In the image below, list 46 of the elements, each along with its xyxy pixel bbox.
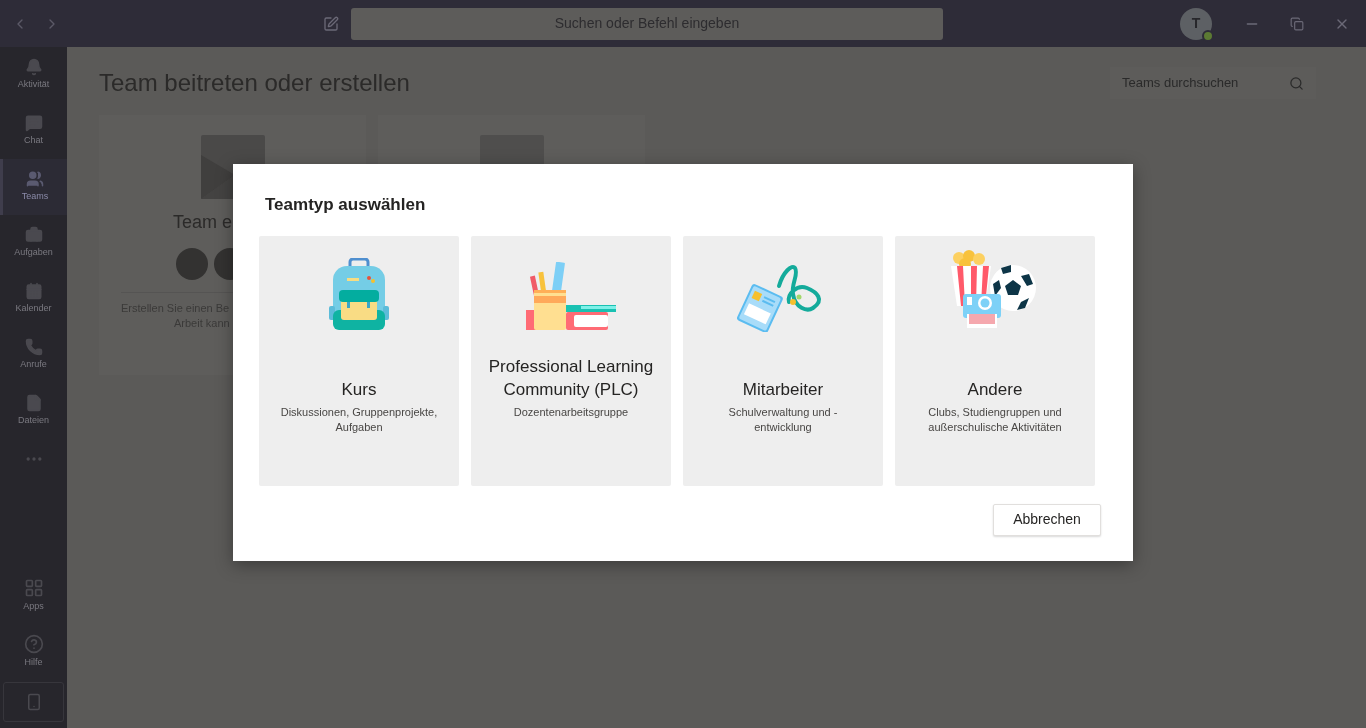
team-type-description: Diskussionen, Gruppenprojekte, Aufgaben	[279, 404, 439, 435]
team-type-description: Clubs, Studiengruppen und außerschulische Aktivitäten	[927, 404, 1063, 435]
sidebar-label: Chat	[24, 134, 43, 148]
apps-icon	[23, 578, 44, 599]
sidebar-item[interactable]: Aktivität	[0, 47, 67, 103]
team-type-card[interactable]: Andere Clubs, Studiengruppen und außerschulische Aktivitäten	[895, 235, 1095, 486]
sidebar-item[interactable]: Hilfe	[0, 624, 67, 680]
sidebar-item[interactable]: Teams	[0, 159, 67, 215]
sidebar-item[interactable]: Apps	[0, 568, 67, 624]
sidebar-item[interactable]: Dateien	[0, 383, 67, 439]
calendar-icon	[24, 282, 43, 301]
team-type-title: Professional Learning Community (PLC)	[487, 355, 655, 401]
team-type-title: Mitarbeiter	[742, 378, 824, 401]
teams-icon	[26, 170, 44, 189]
team-type-card[interactable]: Kurs Diskussionen, Gruppenprojekte, Aufgaben	[259, 235, 459, 486]
sidebar-label: Anrufe	[20, 358, 47, 372]
team-type-title: Kurs	[341, 378, 377, 401]
chat-icon	[24, 114, 43, 133]
compose-icon[interactable]	[323, 15, 339, 32]
team-type-description: Schulverwaltung und - entwicklung	[727, 404, 839, 435]
sidebar-item[interactable]: Kalender	[0, 271, 67, 327]
sidebar-label: Hilfe	[24, 656, 43, 670]
sidebar-label: Dateien	[18, 414, 49, 428]
sidebar-label: Kalender	[15, 302, 52, 316]
phone-icon	[24, 338, 43, 357]
sidebar-label: Aktivität	[17, 78, 50, 92]
avatar-placeholder-icon	[176, 248, 208, 280]
user-avatar[interactable]: T	[1180, 7, 1212, 40]
search-icon	[1289, 75, 1304, 91]
team-type-title: Andere	[967, 378, 1023, 401]
file-icon	[24, 394, 43, 413]
bag-icon	[24, 226, 43, 245]
sidebar-label: Teams	[21, 190, 49, 204]
team-type-card[interactable]: Professional Learning Community (PLC) Dozentenarbeitsgruppe	[471, 235, 671, 486]
mobile-app-button[interactable]	[3, 682, 64, 722]
sidebar-item[interactable]: Aufgaben	[0, 215, 67, 271]
team-type-card[interactable]: Mitarbeiter Schulverwaltung und - entwicklung	[683, 235, 883, 486]
help-icon	[23, 634, 44, 655]
cancel-button[interactable]: Abbrechen	[993, 503, 1101, 536]
restore-icon[interactable]	[1290, 16, 1304, 31]
sidebar-label: Aufgaben	[14, 246, 53, 260]
sidebar-item[interactable]: Chat	[0, 103, 67, 159]
team-type-description: Dozentenarbeitsgruppe	[512, 404, 630, 420]
bell-icon	[24, 58, 43, 77]
sidebar-label: Apps	[23, 600, 44, 614]
sidebar-item[interactable]: Anrufe	[0, 327, 67, 383]
